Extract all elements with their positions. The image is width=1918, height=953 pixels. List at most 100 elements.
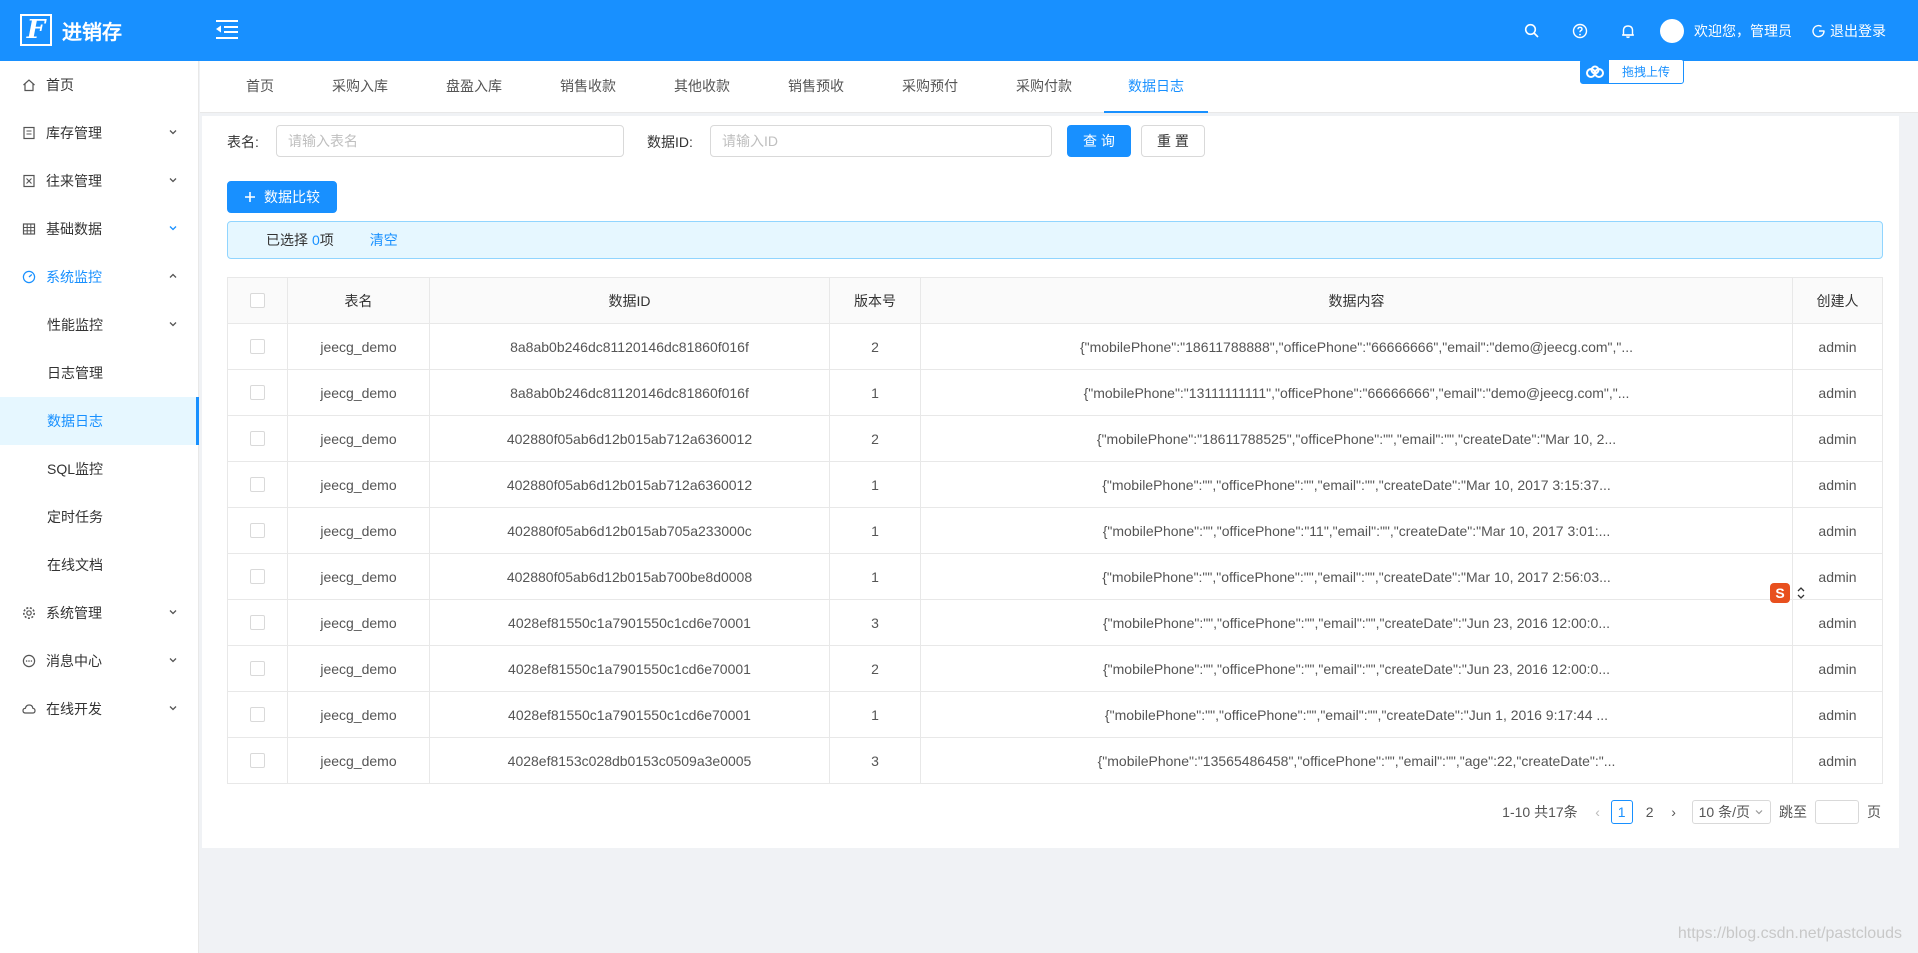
bell-icon[interactable]: [1604, 0, 1652, 61]
reset-button[interactable]: 重 置: [1141, 125, 1205, 157]
cloud-icon: [22, 702, 36, 716]
chevron-down-icon: [169, 178, 177, 183]
version-cell: 2: [830, 324, 921, 369]
home-icon: [22, 78, 36, 92]
tab-purchase-prepay[interactable]: 采购预付: [900, 61, 960, 113]
version-cell: 1: [830, 508, 921, 553]
tab-purchase-payment[interactable]: 采购付款: [1014, 61, 1074, 113]
data-id-input[interactable]: [710, 125, 1052, 157]
table-row[interactable]: jeecg_demo 8a8ab0b246dc81120146dc81860f01…: [228, 324, 1882, 370]
column-header-creator[interactable]: 创建人: [1793, 278, 1882, 323]
plus-icon: [245, 192, 255, 202]
table-row[interactable]: jeecg_demo 4028ef8153c028db0153c0509a3e00…: [228, 738, 1882, 784]
row-checkbox[interactable]: [250, 753, 265, 768]
sidebar-item-system-management[interactable]: 系统管理: [0, 589, 198, 637]
version-cell: 1: [830, 554, 921, 599]
table-name-cell: jeecg_demo: [288, 508, 430, 553]
app-logo[interactable]: F 进销存: [20, 14, 122, 46]
search-icon[interactable]: [1508, 0, 1556, 61]
content-cell: {"mobilePhone":"","officePhone":"","emai…: [921, 462, 1793, 507]
chevron-down-icon: [169, 226, 177, 231]
user-menu[interactable]: 欢迎您，管理员: [1660, 18, 1792, 43]
content-cell: {"mobilePhone":"","officePhone":"","emai…: [921, 646, 1793, 691]
clear-selection-link[interactable]: 清空: [370, 230, 398, 250]
tab-sales-receipt[interactable]: 销售收款: [558, 61, 618, 113]
version-cell: 1: [830, 692, 921, 737]
sidebar-item-message-center[interactable]: 消息中心: [0, 637, 198, 685]
input-method-widget[interactable]: S: [1770, 582, 1812, 604]
logout-button[interactable]: 退出登录: [1812, 21, 1886, 41]
sidebar-item-label: 首页: [46, 77, 74, 93]
watermark-text: https://blog.csdn.net/pastclouds: [1677, 925, 1902, 942]
column-header-version[interactable]: 版本号: [830, 278, 921, 323]
content-cell: {"mobilePhone":"","officePhone":"","emai…: [921, 554, 1793, 599]
sidebar-item-home[interactable]: 首页: [0, 61, 198, 109]
column-header-table-name[interactable]: 表名: [288, 278, 430, 323]
tab-other-receipt[interactable]: 其他收款: [672, 61, 732, 113]
row-checkbox[interactable]: [250, 431, 265, 446]
top-header: F 进销存 欢迎您，管理员 退出登录: [0, 0, 1918, 61]
row-checkbox[interactable]: [250, 339, 265, 354]
query-button[interactable]: 查 询: [1067, 125, 1131, 157]
column-header-data-id[interactable]: 数据ID: [430, 278, 830, 323]
sidebar-item-sql-monitor[interactable]: SQL监控: [0, 445, 198, 493]
table-row[interactable]: jeecg_demo 8a8ab0b246dc81120146dc81860f01…: [228, 370, 1882, 416]
column-header-content[interactable]: 数据内容: [921, 278, 1793, 323]
data-id-cell: 4028ef81550c1a7901550c1cd6e70001: [430, 692, 830, 737]
table-name-cell: jeecg_demo: [288, 370, 430, 415]
table-name-cell: jeecg_demo: [288, 462, 430, 507]
sidebar-item-contacts[interactable]: 往来管理: [0, 157, 198, 205]
page-size-value: 10 条/页: [1698, 804, 1750, 820]
sidebar-item-scheduled-tasks[interactable]: 定时任务: [0, 493, 198, 541]
table-row[interactable]: jeecg_demo 402880f05ab6d12b015ab705a23300…: [228, 508, 1882, 554]
row-checkbox[interactable]: [250, 661, 265, 676]
question-circle-icon[interactable]: [1556, 0, 1604, 61]
chevron-down-icon: [169, 658, 177, 663]
table-row[interactable]: jeecg_demo 4028ef81550c1a7901550c1cd6e700…: [228, 600, 1882, 646]
select-all-checkbox[interactable]: [250, 293, 265, 308]
sidebar-item-log-management[interactable]: 日志管理: [0, 349, 198, 397]
table-row[interactable]: jeecg_demo 402880f05ab6d12b015ab712a63600…: [228, 416, 1882, 462]
sidebar-item-online-dev[interactable]: 在线开发: [0, 685, 198, 733]
sidebar-item-label: 定时任务: [47, 509, 103, 525]
prev-page-icon[interactable]: ‹: [1588, 800, 1608, 824]
row-checkbox[interactable]: [250, 615, 265, 630]
tab-sales-advance[interactable]: 销售预收: [786, 61, 846, 113]
row-select-cell: [228, 554, 288, 599]
data-id-label: 数据ID:: [647, 134, 693, 150]
sidebar-item-online-docs[interactable]: 在线文档: [0, 541, 198, 589]
sidebar-item-base-data[interactable]: 基础数据: [0, 205, 198, 253]
row-checkbox[interactable]: [250, 569, 265, 584]
app-title: 进销存: [62, 21, 122, 44]
data-compare-button[interactable]: 数据比较: [227, 181, 337, 213]
table-row[interactable]: jeecg_demo 4028ef81550c1a7901550c1cd6e700…: [228, 646, 1882, 692]
tab-data-log[interactable]: 数据日志: [1104, 61, 1208, 113]
row-checkbox[interactable]: [250, 707, 265, 722]
sidebar-item-inventory[interactable]: 库存管理: [0, 109, 198, 157]
menu-fold-icon[interactable]: [216, 18, 240, 40]
jump-page-input[interactable]: [1815, 800, 1859, 824]
sidebar-item-performance[interactable]: 性能监控: [0, 301, 198, 349]
page-size-select[interactable]: 10 条/页: [1691, 800, 1771, 824]
data-id-cell: 402880f05ab6d12b015ab705a233000c: [430, 508, 830, 553]
table-row[interactable]: jeecg_demo 402880f05ab6d12b015ab712a63600…: [228, 462, 1882, 508]
page-2-button[interactable]: 2: [1639, 800, 1661, 824]
page-1-button[interactable]: 1: [1610, 800, 1633, 824]
tab-home[interactable]: 首页: [244, 61, 276, 113]
row-checkbox[interactable]: [250, 523, 265, 538]
row-checkbox[interactable]: [250, 477, 265, 492]
sidebar-item-monitoring[interactable]: 系统监控: [0, 253, 198, 301]
row-select-cell: [228, 600, 288, 645]
row-checkbox[interactable]: [250, 385, 265, 400]
tab-surplus-inbound[interactable]: 盘盈入库: [444, 61, 504, 113]
table-name-input[interactable]: [276, 125, 624, 157]
table-row[interactable]: jeecg_demo 402880f05ab6d12b015ab700be8d00…: [228, 554, 1882, 600]
tab-purchase-inbound[interactable]: 采购入库: [330, 61, 390, 113]
data-id-cell: 8a8ab0b246dc81120146dc81860f016f: [430, 370, 830, 415]
next-page-icon[interactable]: ›: [1664, 800, 1684, 824]
chevron-down-icon: [169, 322, 177, 327]
data-id-cell: 4028ef81550c1a7901550c1cd6e70001: [430, 600, 830, 645]
sidebar-item-data-log[interactable]: 数据日志: [0, 397, 199, 445]
table-row[interactable]: jeecg_demo 4028ef81550c1a7901550c1cd6e700…: [228, 692, 1882, 738]
drag-upload-widget[interactable]: 拖拽上传: [1580, 59, 1684, 84]
